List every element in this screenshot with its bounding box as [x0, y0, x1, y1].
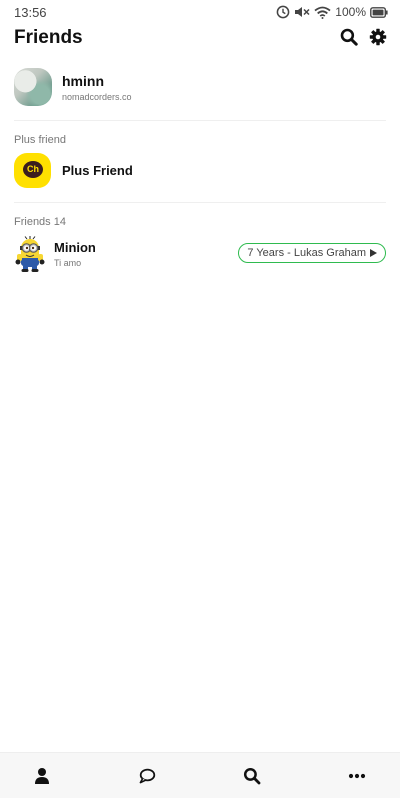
plus-friend-badge: Ch	[23, 160, 43, 178]
profile-music-button[interactable]: 7 Years - Lukas Graham	[238, 243, 386, 263]
plus-friend-section-label: Plus friend	[14, 134, 66, 146]
plus-friend-row[interactable]: Ch Plus Friend	[14, 152, 386, 188]
more-icon[interactable]	[348, 767, 366, 785]
battery-percent: 100%	[335, 5, 366, 19]
status-icons: 100%	[276, 5, 388, 19]
friends-section-label: Friends 14	[14, 216, 66, 228]
plus-friend-avatar: Ch	[14, 152, 51, 188]
bottom-nav	[0, 752, 400, 798]
friend-name: Minion	[54, 239, 96, 255]
profile-status: nomadcorders.co	[62, 92, 132, 102]
search-icon[interactable]	[243, 767, 261, 785]
settings-icon[interactable]	[369, 28, 387, 46]
status-time: 13:56	[14, 5, 47, 20]
minion-avatar	[15, 235, 45, 272]
play-icon	[370, 249, 377, 257]
person-icon[interactable]	[33, 767, 51, 785]
wifi-icon	[314, 6, 331, 19]
friend-status: Ti amo	[54, 257, 82, 268]
status-bar: 13:56 100%	[0, 0, 400, 26]
divider	[14, 120, 386, 121]
music-title: 7 Years - Lukas Graham	[247, 247, 366, 259]
friend-row-minion[interactable]: Minion Ti amo 7 Years - Lukas Graham	[14, 234, 386, 272]
alarm-icon	[276, 5, 290, 19]
page-title: Friends	[14, 27, 83, 48]
chat-icon[interactable]	[138, 767, 156, 785]
profile-avatar	[14, 68, 52, 106]
my-profile-row[interactable]: hminn nomadcorders.co	[14, 64, 386, 110]
mute-icon	[295, 7, 310, 17]
search-icon[interactable]	[340, 28, 358, 46]
header: Friends	[0, 26, 400, 52]
profile-name: hminn	[62, 73, 104, 89]
divider	[14, 202, 386, 203]
plus-friend-name: Plus Friend	[62, 162, 133, 178]
battery-icon	[370, 6, 388, 18]
